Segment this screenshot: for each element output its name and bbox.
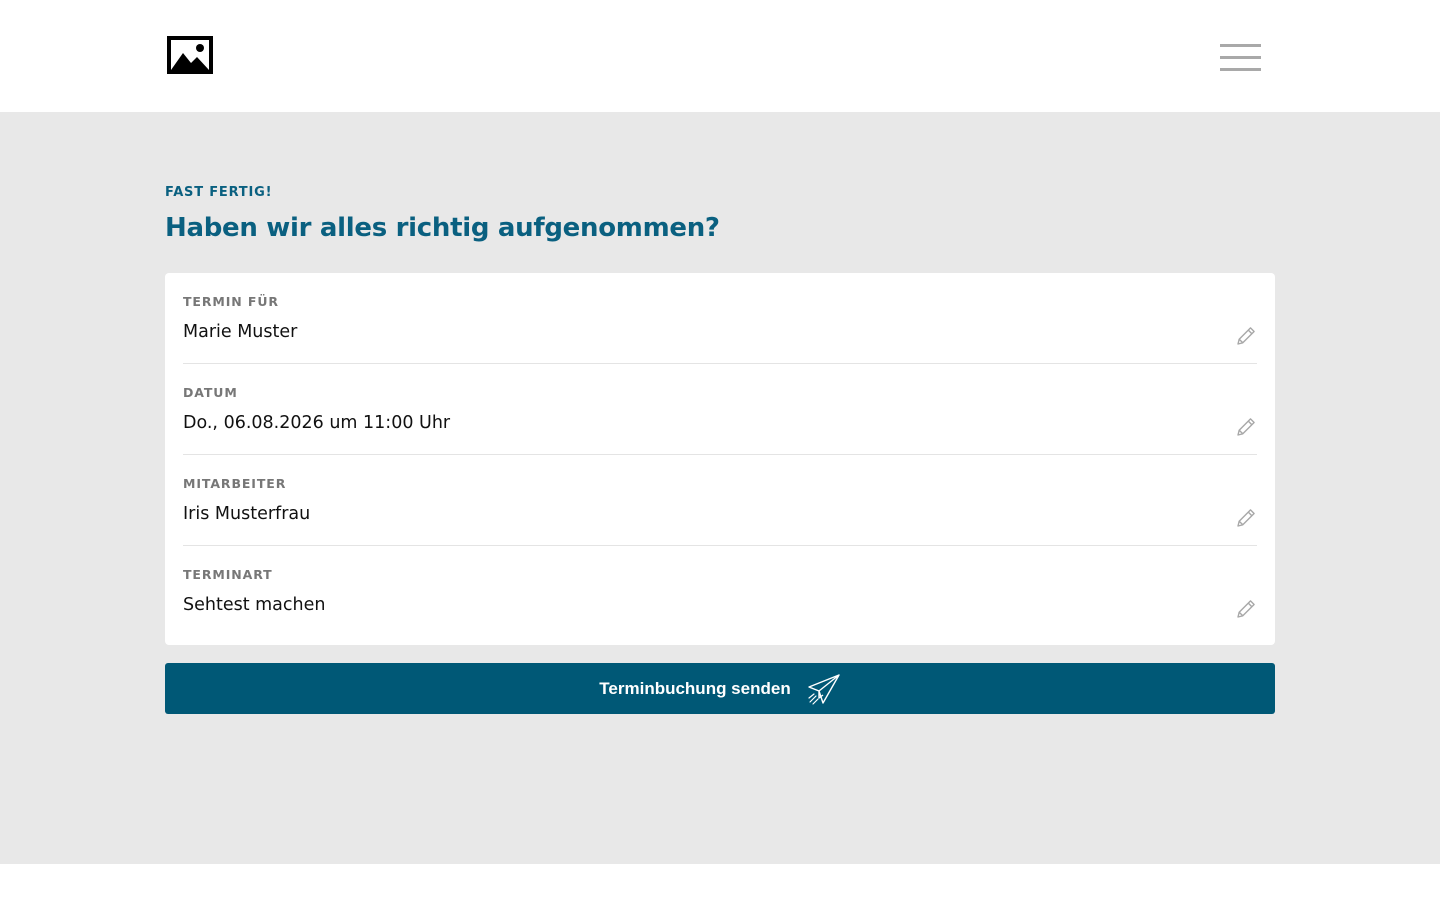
site-header [0, 0, 1440, 112]
menu-bar [1220, 44, 1261, 47]
row-label: MITARBEITER [183, 476, 287, 491]
pencil-icon[interactable] [1235, 325, 1257, 347]
paper-plane-icon [807, 673, 841, 705]
summary-card: TERMIN FÜR Marie Muster DATUM Do., 06.08… [165, 273, 1275, 645]
row-label: DATUM [183, 385, 238, 400]
main-content: FAST FERTIG! Haben wir alles richtig auf… [0, 112, 1440, 864]
menu-bar [1220, 68, 1261, 71]
step-eyebrow: FAST FERTIG! [165, 185, 273, 200]
row-value: Sehtest machen [183, 595, 326, 615]
submit-booking-label: Terminbuchung senden [599, 678, 791, 698]
row-value: Iris Musterfrau [183, 504, 311, 524]
row-label: TERMIN FÜR [183, 294, 279, 309]
summary-row-mitarbeiter: MITARBEITER Iris Musterfrau [183, 455, 1257, 546]
row-label: TERMINART [183, 567, 273, 582]
pencil-icon[interactable] [1235, 507, 1257, 529]
pencil-icon[interactable] [1235, 598, 1257, 620]
pencil-icon[interactable] [1235, 416, 1257, 438]
summary-row-terminart: TERMINART Sehtest machen [183, 546, 1257, 637]
page-title: Haben wir alles richtig aufgenommen? [165, 213, 720, 243]
summary-row-datum: DATUM Do., 06.08.2026 um 11:00 Uhr [183, 364, 1257, 455]
row-value: Do., 06.08.2026 um 11:00 Uhr [183, 413, 451, 433]
menu-bar [1220, 56, 1261, 59]
submit-booking-button[interactable]: Terminbuchung senden [165, 663, 1275, 714]
image-icon[interactable] [167, 36, 213, 74]
row-value: Marie Muster [183, 322, 298, 342]
hamburger-menu-icon[interactable] [1218, 44, 1264, 74]
summary-row-termin-fuer: TERMIN FÜR Marie Muster [183, 273, 1257, 364]
